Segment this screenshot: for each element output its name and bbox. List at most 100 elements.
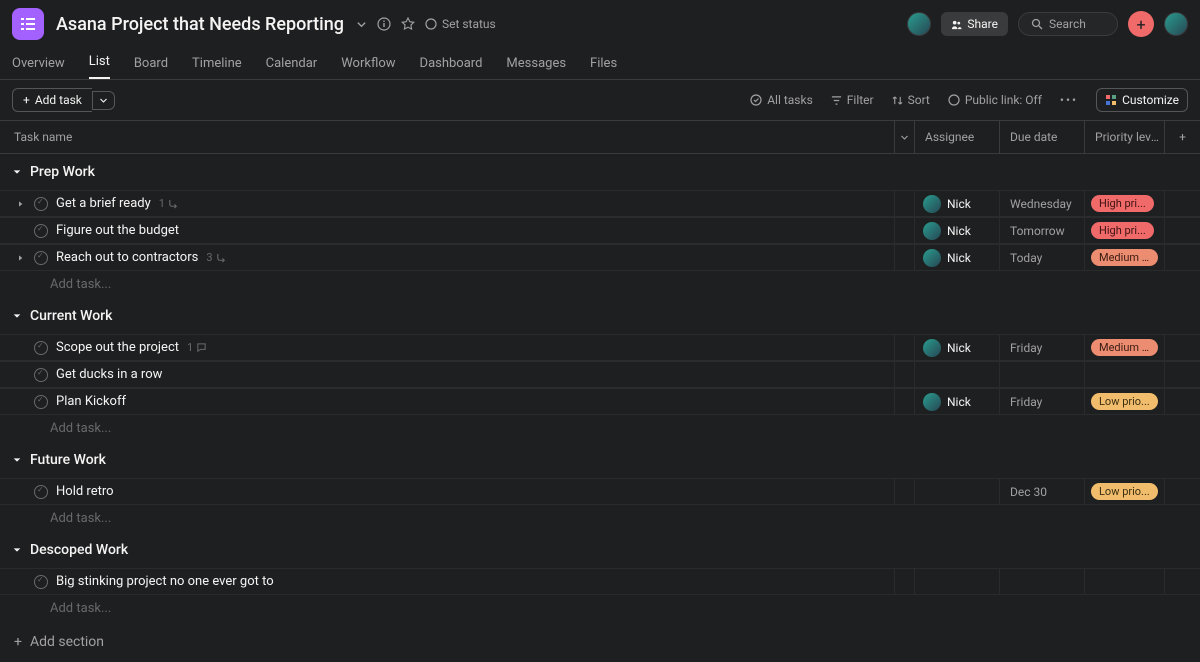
complete-checkbox[interactable] [34,251,48,265]
set-status-button[interactable]: Set status [425,17,496,31]
assignee-cell[interactable]: Nick [915,245,1000,270]
add-section-button[interactable]: + Add section [0,622,1200,662]
complete-checkbox[interactable] [34,368,48,382]
priority-pill: High pri... [1091,222,1154,239]
assignee-cell[interactable] [915,362,1000,387]
due-date-cell[interactable] [1000,362,1085,387]
more-menu[interactable]: ••• [1060,93,1078,107]
task-row[interactable]: Plan Kickoff NickFridayLow prio... [0,388,1200,415]
complete-checkbox[interactable] [34,485,48,499]
user-avatar[interactable] [1164,12,1188,36]
add-task-row[interactable]: Add task... [0,415,1200,442]
due-date-cell[interactable] [1000,569,1085,594]
public-link-toggle[interactable]: Public link: Off [948,93,1042,107]
column-name-menu[interactable] [895,121,915,153]
customize-button[interactable]: Customize [1096,88,1188,112]
task-row[interactable]: Scope out the project1 NickFridayMedium … [0,334,1200,361]
tab-files[interactable]: Files [590,56,617,79]
all-tasks-filter[interactable]: All tasks [750,93,813,107]
task-name-cell[interactable]: Figure out the budget [0,218,895,243]
tab-timeline[interactable]: Timeline [192,56,242,79]
add-task-row[interactable]: Add task... [0,271,1200,298]
subtask-count: 3 [206,251,226,264]
assignee-cell[interactable]: Nick [915,218,1000,243]
sort-button[interactable]: Sort [892,93,930,107]
tab-board[interactable]: Board [134,56,168,79]
chevron-down-icon [12,167,22,177]
section-header[interactable]: Descoped Work [0,532,1200,568]
chevron-down-icon[interactable] [356,19,367,30]
tab-list[interactable]: List [89,54,110,79]
assignee-cell[interactable] [915,569,1000,594]
assignee-cell[interactable]: Nick [915,191,1000,216]
tab-workflow[interactable]: Workflow [341,56,395,79]
project-title[interactable]: Asana Project that Needs Reporting [56,14,344,35]
share-button[interactable]: Share [941,12,1008,36]
section-header[interactable]: Future Work [0,442,1200,478]
task-name-cell[interactable]: Big stinking project no one ever got to [0,569,895,594]
priority-cell[interactable] [1085,569,1165,594]
tab-dashboard[interactable]: Dashboard [420,56,483,79]
filter-button[interactable]: Filter [831,93,874,107]
task-row[interactable]: Get ducks in a row [0,361,1200,388]
complete-checkbox[interactable] [34,395,48,409]
section-header[interactable]: Current Work [0,298,1200,334]
info-icon[interactable] [377,17,391,31]
due-date-cell[interactable]: Tomorrow [1000,218,1085,243]
task-name-cell[interactable]: Hold retro [0,479,895,504]
assignee-cell[interactable]: Nick [915,389,1000,414]
tab-messages[interactable]: Messages [506,56,566,79]
priority-cell[interactable]: High pri... [1085,191,1165,216]
tab-calendar[interactable]: Calendar [266,56,318,79]
add-task-row[interactable]: Add task... [0,505,1200,532]
due-date-cell[interactable]: Dec 30 [1000,479,1085,504]
task-name-cell[interactable]: Get a brief ready1 [0,191,895,216]
priority-cell[interactable]: Medium ... [1085,335,1165,360]
add-task-row[interactable]: Add task... [0,595,1200,622]
project-icon[interactable] [12,8,44,40]
task-row[interactable]: Reach out to contractors3 Nick TodayMediu… [0,244,1200,271]
add-task-button[interactable]: + Add task [12,88,92,112]
task-row[interactable]: Get a brief ready1 NickWednesdayHigh pri… [0,190,1200,217]
due-date-cell[interactable]: Wednesday [1000,191,1085,216]
task-row[interactable]: Hold retro Dec 30Low prio... [0,478,1200,505]
column-task-name[interactable]: Task name [0,121,895,153]
assignee-avatar [923,249,941,267]
task-name-cell[interactable]: Scope out the project1 [0,335,895,360]
task-row[interactable]: Figure out the budget NickTomorrow High pr… [0,217,1200,244]
task-name-cell[interactable]: Plan Kickoff [0,389,895,414]
assignee-avatar [923,393,941,411]
complete-checkbox[interactable] [34,341,48,355]
row-menu-cell [895,245,915,270]
priority-cell[interactable]: Medium ... [1085,245,1165,270]
due-date-cell[interactable]: Friday [1000,389,1085,414]
search-input[interactable]: Search [1018,12,1118,36]
assignee-cell[interactable]: Nick [915,335,1000,360]
add-column-button[interactable]: + [1165,121,1200,153]
global-add-button[interactable]: + [1128,11,1154,37]
task-row[interactable]: Big stinking project no one ever got to [0,568,1200,595]
member-avatar[interactable] [907,12,931,36]
column-due-date[interactable]: Due date [1000,121,1085,153]
assignee-cell[interactable] [915,479,1000,504]
column-assignee[interactable]: Assignee [915,121,1000,153]
star-icon[interactable] [401,17,415,31]
complete-checkbox[interactable] [34,575,48,589]
expand-icon[interactable] [16,200,26,208]
add-task-dropdown[interactable] [92,91,115,110]
task-name-cell[interactable]: Reach out to contractors3 [0,245,895,270]
complete-checkbox[interactable] [34,224,48,238]
due-date-cell[interactable]: Today [1000,245,1085,270]
expand-icon[interactable] [16,254,26,262]
priority-cell[interactable]: Low prio... [1085,479,1165,504]
priority-cell[interactable] [1085,362,1165,387]
section-header[interactable]: Prep Work [0,154,1200,190]
assignee-name: Nick [947,251,971,265]
column-priority[interactable]: Priority level? [1085,121,1165,153]
due-date-cell[interactable]: Friday [1000,335,1085,360]
tab-overview[interactable]: Overview [12,56,65,79]
task-name-cell[interactable]: Get ducks in a row [0,362,895,387]
priority-cell[interactable]: Low prio... [1085,389,1165,414]
priority-cell[interactable]: High pri... [1085,218,1165,243]
complete-checkbox[interactable] [34,197,48,211]
